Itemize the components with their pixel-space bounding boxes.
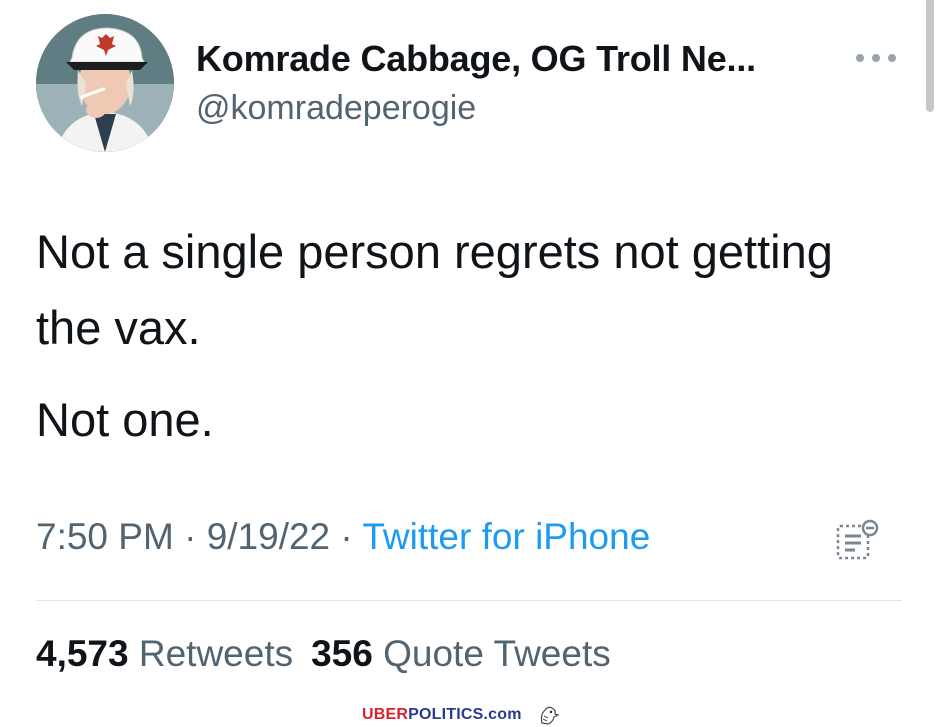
meta-separator: · — [184, 516, 197, 557]
tweet-text: Not a single person regrets not getting … — [36, 214, 896, 458]
analytics-icon[interactable] — [834, 518, 880, 564]
retweets-link[interactable]: 4,573 Retweets — [36, 633, 293, 674]
eagle-icon — [540, 706, 560, 725]
tweet-stats: 4,573 Retweets 356 Quote Tweets — [36, 633, 611, 675]
watermark: UBERPOLITICS.com — [362, 702, 560, 727]
retweets-label: Retweets — [138, 633, 294, 674]
quote-tweets-link[interactable]: 356 Quote Tweets — [311, 633, 611, 674]
watermark-part2: POLITICS.com — [408, 705, 522, 723]
tweet-text-line: Not one. — [36, 393, 214, 446]
display-name[interactable]: Komrade Cabbage, OG Troll Ne... — [196, 38, 756, 80]
watermark-text: UBERPOLITICS.com — [362, 706, 522, 724]
meta-separator: · — [340, 516, 353, 557]
tweet-date[interactable]: 9/19/22 — [207, 516, 330, 557]
tweet-time[interactable]: 7:50 PM — [36, 516, 174, 557]
tweet-meta: 7:50 PM · 9/19/22 · Twitter for iPhone — [36, 516, 650, 558]
tweet-source-link[interactable]: Twitter for iPhone — [362, 516, 650, 557]
user-handle[interactable]: @komradeperogie — [196, 89, 476, 128]
avatar-image — [36, 14, 174, 152]
more-horizontal-icon[interactable] — [856, 46, 896, 70]
tweet-text-line: Not a single person regrets not getting … — [36, 225, 833, 354]
quotes-count: 356 — [311, 633, 373, 674]
divider — [36, 600, 902, 601]
scrollbar-thumb[interactable] — [926, 0, 934, 112]
watermark-part1: UBER — [362, 705, 409, 723]
quotes-label: Quote Tweets — [383, 633, 611, 674]
retweets-count: 4,573 — [36, 633, 129, 674]
avatar[interactable] — [36, 14, 174, 152]
